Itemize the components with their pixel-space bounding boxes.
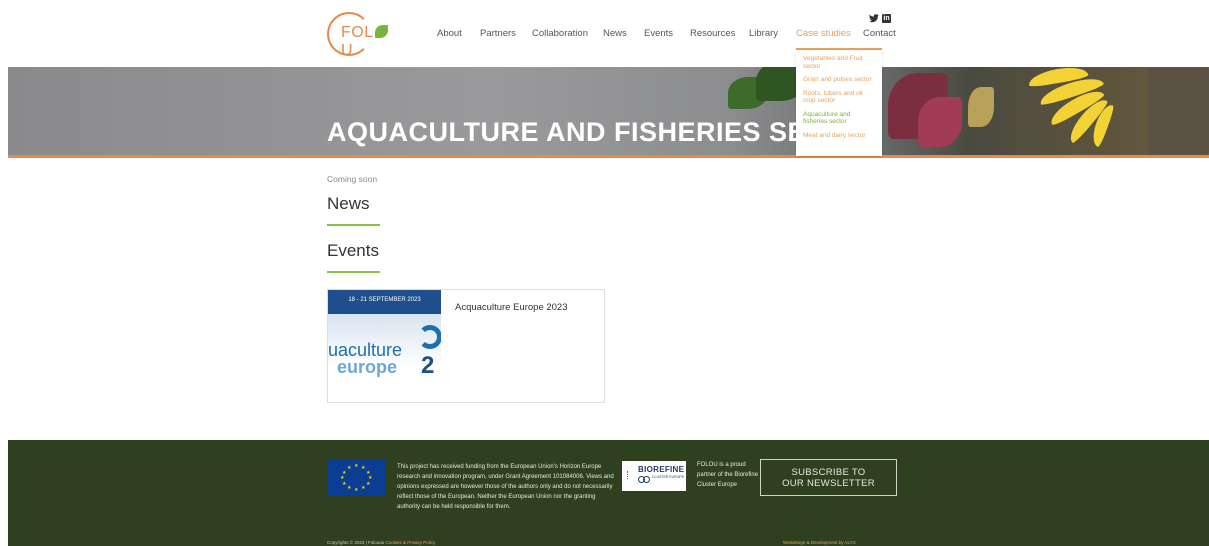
thumbnail-text-europe: europe xyxy=(337,357,398,377)
nav-resources[interactable]: Resources xyxy=(690,28,735,39)
coming-soon-text: Coming soon xyxy=(327,174,378,184)
news-heading: News xyxy=(327,194,370,213)
funding-disclaimer: This project has received funding from t… xyxy=(397,464,614,510)
nav-news[interactable]: News xyxy=(603,28,627,39)
twitter-icon[interactable] xyxy=(869,14,879,23)
folou-logo[interactable]: FOLU xyxy=(327,12,397,60)
event-card[interactable]: 18 - 21 SEPTEMBER 2023 uaculture europe … xyxy=(327,289,605,403)
subscribe-label-line1: SUBSCRIBE TO xyxy=(791,467,866,478)
webdesign-credit-link[interactable]: Webdesign & Development by ALYS xyxy=(783,540,856,545)
biorefine-wordmark: BIOREFINE xyxy=(638,465,685,474)
copyright-notice: Copyrights © 2023 | Folouau Cookies & Pr… xyxy=(327,540,435,545)
linkedin-icon[interactable]: in xyxy=(882,14,891,23)
dropdown-item-roots-tubers[interactable]: Roots, tubers and oil crop sector xyxy=(803,90,875,105)
dots-decoration xyxy=(627,471,633,479)
cookies-privacy-link[interactable]: Cookies & Privacy Policy xyxy=(386,540,436,545)
subscribe-label-line2: OUR NEWSLETTER xyxy=(782,478,875,489)
subscribe-newsletter-button[interactable]: SUBSCRIBE TO OUR NEWSLETTER xyxy=(760,459,897,496)
nav-contact[interactable]: Contact xyxy=(863,28,896,39)
dropdown-item-aquaculture[interactable]: Aquaculture and fisheries sector xyxy=(803,111,875,126)
eu-flag-icon: ★ ★ ★ ★ ★ ★ ★ ★ ★ ★ ★ ★ xyxy=(327,459,385,496)
copyright-text: Copyrights © 2023 | Folouau xyxy=(327,540,385,545)
thumbnail-text-year: 2 xyxy=(421,352,435,379)
logo-text: FOLU xyxy=(341,24,397,60)
nav-events[interactable]: Events xyxy=(644,28,673,39)
page-edge xyxy=(0,0,8,546)
dropdown-item-meat-dairy[interactable]: Meat and dairy sector xyxy=(803,132,875,140)
leaf-icon xyxy=(374,25,388,38)
event-thumbnail: 18 - 21 SEPTEMBER 2023 uaculture europe … xyxy=(328,290,441,402)
case-studies-dropdown: Vegetables and Fruit sector Grain and pu… xyxy=(796,48,882,156)
dropdown-item-vegetables-fruit[interactable]: Vegetables and Fruit sector xyxy=(803,55,875,70)
swirl-logo-icon xyxy=(418,325,441,349)
vegetable-shape xyxy=(968,87,994,127)
nav-collaboration[interactable]: Collaboration xyxy=(532,28,588,39)
biorefine-logo[interactable]: BIOREFINE CLUSTER EUROPE xyxy=(622,461,686,491)
dropdown-item-grain-pulses[interactable]: Grain and pulses sector xyxy=(803,76,875,84)
page-title: AQUACULTURE AND FISHERIES SE xyxy=(327,117,807,147)
event-title[interactable]: Acquaculture Europe 2023 xyxy=(455,302,568,313)
nav-library[interactable]: Library xyxy=(749,28,778,39)
site-header: FOLU About Partners Collaboration News E… xyxy=(0,0,1209,67)
news-underline xyxy=(327,224,380,226)
partner-statement: FOLOU is a proud partner of the Biorefin… xyxy=(697,462,759,488)
hero-accent-stripe xyxy=(8,155,1209,158)
nav-partners[interactable]: Partners xyxy=(480,28,516,39)
nav-case-studies[interactable]: Case studies xyxy=(796,28,851,39)
event-date: 18 - 21 SEPTEMBER 2023 xyxy=(348,297,421,303)
ring-icon xyxy=(643,476,650,483)
vegetable-shape xyxy=(918,97,962,147)
crate-shape xyxy=(1148,67,1209,155)
events-underline xyxy=(327,271,380,273)
nav-about[interactable]: About xyxy=(437,28,462,39)
events-heading: Events xyxy=(327,241,379,260)
biorefine-subtitle: CLUSTER EUROPE xyxy=(652,475,685,479)
